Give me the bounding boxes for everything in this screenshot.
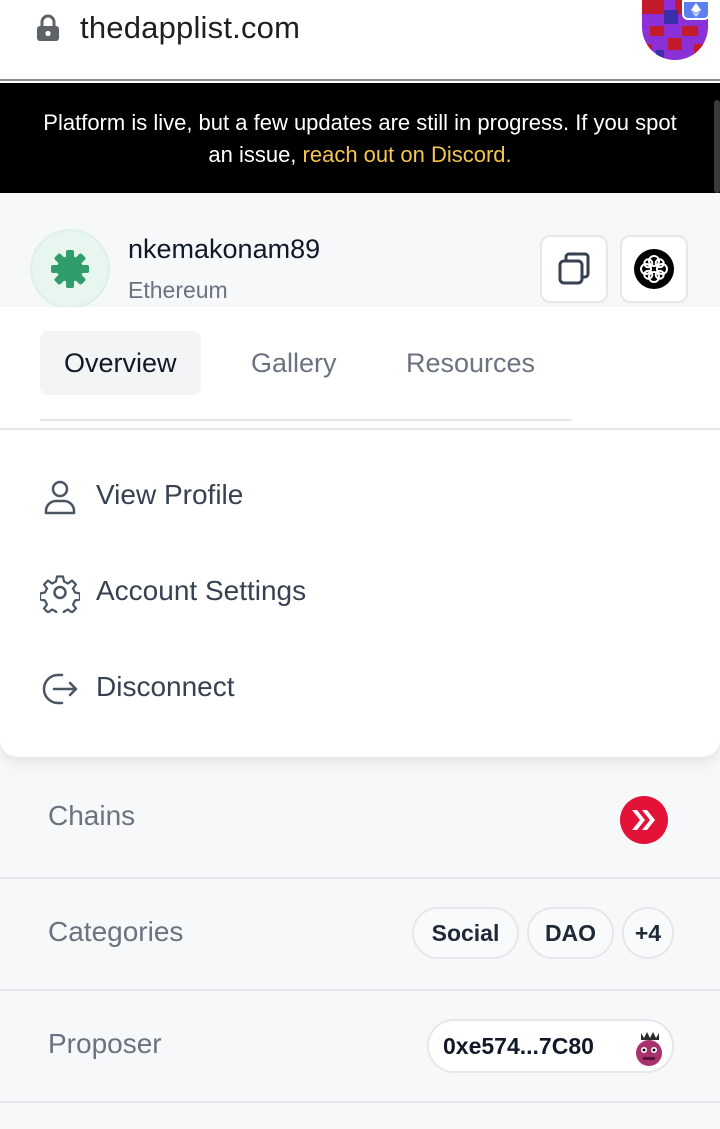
flower-logo-icon xyxy=(634,249,674,289)
lock-icon xyxy=(37,14,59,41)
profile-dropdown: Overview Gallery Resources View Profile … xyxy=(0,307,720,757)
copy-button[interactable] xyxy=(540,235,608,303)
browser-url-bar[interactable]: thedapplist.com xyxy=(0,0,720,81)
discord-link[interactable]: reach out on Discord. xyxy=(303,142,512,167)
tab-resources[interactable]: Resources xyxy=(382,331,559,395)
account-settings-item[interactable]: Account Settings xyxy=(40,561,680,621)
view-profile-label: View Profile xyxy=(96,479,244,510)
profile-avatar xyxy=(30,229,110,309)
chains-label: Chains xyxy=(48,800,136,831)
dropdown-divider xyxy=(0,428,720,430)
user-icon xyxy=(44,480,76,515)
url-text[interactable]: thedapplist.com xyxy=(80,10,300,46)
proposer-address: 0xe574...7C80 xyxy=(443,1033,594,1059)
hive-chain-icon[interactable] xyxy=(619,795,669,845)
gear-icon xyxy=(40,575,80,613)
chain-name: Ethereum xyxy=(128,277,228,303)
proposer-label: Proposer xyxy=(48,1028,162,1059)
app-logo-button[interactable] xyxy=(620,235,688,303)
logout-icon xyxy=(42,673,78,705)
category-pill-dao[interactable]: DAO xyxy=(527,907,614,959)
proposer-avatar-icon xyxy=(636,1032,662,1066)
ethereum-badge-icon xyxy=(682,0,710,20)
tab-underline xyxy=(40,419,572,421)
disconnect-label: Disconnect xyxy=(96,671,235,702)
account-settings-label: Account Settings xyxy=(96,575,307,606)
profile-header xyxy=(0,200,720,307)
disconnect-item[interactable]: Disconnect xyxy=(40,657,680,717)
username: nkemakonam89 xyxy=(128,234,321,264)
categories-label: Categories xyxy=(48,916,184,947)
banner-scrollbar[interactable] xyxy=(714,100,720,193)
category-pill-more[interactable]: +4 xyxy=(622,907,674,959)
tab-gallery[interactable]: Gallery xyxy=(227,331,361,395)
proposer-address-pill[interactable]: 0xe574...7C80 xyxy=(427,1019,674,1073)
tab-overview[interactable]: Overview xyxy=(40,331,201,395)
announcement-banner: Platform is live, but a few updates are … xyxy=(0,83,720,193)
view-profile-item[interactable]: View Profile xyxy=(40,465,680,525)
chains-row: Chains xyxy=(0,757,720,879)
category-pill-social[interactable]: Social xyxy=(412,907,519,959)
gear-badge-icon xyxy=(51,250,89,288)
copy-icon xyxy=(558,252,590,285)
